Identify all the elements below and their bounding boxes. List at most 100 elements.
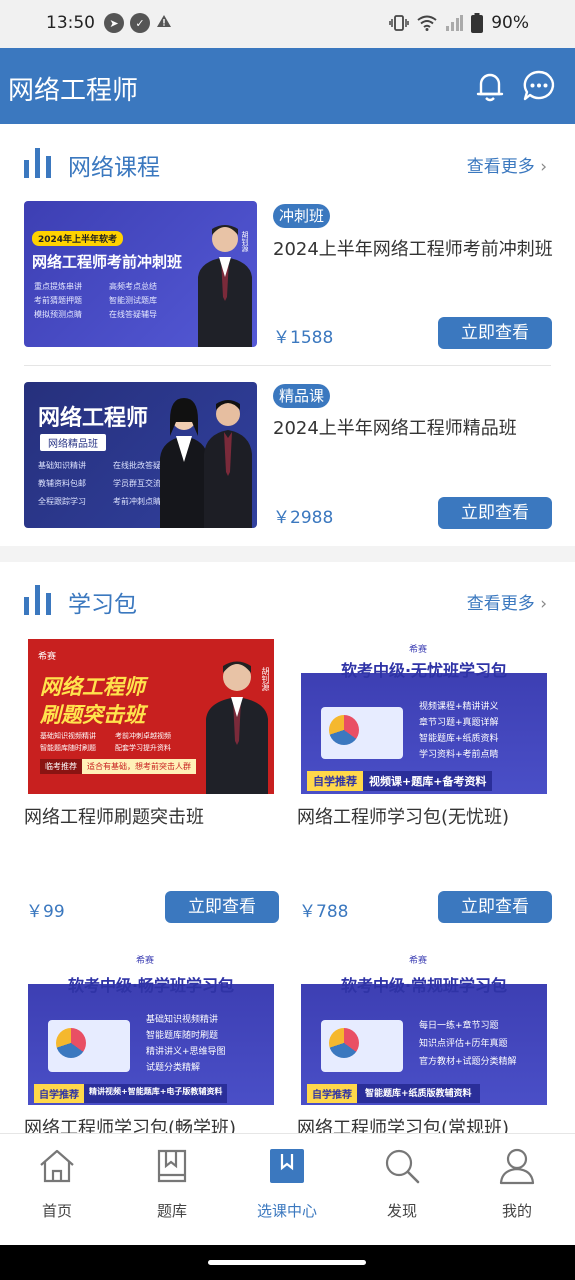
section-separator — [0, 546, 575, 562]
package-price: ￥99 — [26, 902, 65, 922]
thumb-headline: 软考中级·无忧班学习包 — [340, 661, 508, 680]
course-price: ￥1588 — [273, 328, 334, 348]
warning-icon — [157, 15, 171, 27]
signal-icon — [446, 15, 464, 31]
course-badge: 冲刺班 — [273, 204, 331, 228]
course-badge: 精品课 — [273, 384, 331, 408]
section-title: 学习包 — [68, 592, 137, 618]
thumb-point: 基础知识视频精讲 — [146, 1015, 219, 1025]
status-time: 13:50 — [46, 13, 95, 33]
tab-question-bank[interactable]: 题库 — [132, 1146, 212, 1221]
thumb-point: 官方教材+试题分类精解 — [419, 1057, 517, 1067]
search-icon — [385, 1149, 420, 1184]
app-bar: 网络工程师 — [0, 48, 575, 124]
thumb-sub: 网络精品班 — [40, 434, 106, 451]
vibrate-icon — [389, 15, 409, 31]
package-thumbnail[interactable]: 希赛 软考中级·畅学班学习包 基础知识视频精讲 智能题库随时刷题 精讲讲义+思维… — [28, 950, 274, 1105]
thumb-point: 试题分类精解 — [146, 1063, 201, 1073]
bell-icon[interactable] — [472, 68, 508, 104]
system-nav-bar — [0, 1245, 575, 1280]
view-now-button[interactable]: 立即查看 — [438, 497, 552, 529]
course-card[interactable]: 网络工程师 网络精品班 基础知识精讲 在线批改答疑 教辅资料包邮 学员群互交流 … — [0, 381, 575, 531]
thumb-headline: 网络工程师考前冲刺班 — [32, 253, 183, 271]
page-title: 网络工程师 — [8, 76, 139, 106]
tab-home[interactable]: 首页 — [17, 1146, 97, 1221]
thumb-point: 高频考点总结 — [109, 282, 157, 291]
teacher-photo — [160, 398, 252, 528]
package-thumbnail[interactable]: 希赛 网络工程师 刷题突击班 基础知识视频精讲 考前冲刺卓越视频 智能题库随时刷… — [28, 639, 274, 794]
thumb-headline: 网络工程师 — [38, 406, 149, 431]
view-more-label: 查看更多 — [466, 594, 535, 614]
thumb-headline: 刷题突击班 — [40, 703, 145, 727]
thumb-point: 考前冲刺卓越视频 — [115, 732, 171, 740]
thumb-tag: 自学推荐 智能题库+纸质版教辅资料 — [307, 1084, 480, 1103]
thumb-points: 基础知识视频精讲 考前冲刺卓越视频 智能题库随时刷题 配套学习提升资料 — [40, 731, 190, 753]
teacher-name: 胡钊源 — [241, 231, 249, 252]
packages-section-header: 学习包 查看更多 › — [0, 571, 575, 631]
thumb-illustration — [48, 1020, 130, 1072]
bar-chart-icon — [24, 148, 51, 178]
thumb-point: 模拟预测点睛 — [34, 310, 82, 319]
thumb-point: 考前猜题押题 — [34, 296, 82, 305]
thumb-tag-primary: 自学推荐 — [307, 771, 363, 791]
course-card[interactable]: 2024年上半年软考 网络工程师考前冲刺班 重点提炼串讲 高频考点总结 考前猜题… — [0, 201, 575, 351]
thumb-points: 重点提炼串讲 高频考点总结 考前猜题押题 智能测试题库 模拟预测点睛 在线答疑辅… — [34, 281, 184, 320]
tab-label: 我的 — [501, 1202, 532, 1220]
thumb-points: 每日一练+章节习题 知识点评估+历年真题 官方教材+试题分类精解 — [419, 1018, 517, 1067]
package-thumbnail[interactable]: 希赛 软考中级·无忧班学习包 视频课程+精讲讲义 章节习题+真题详解 智能题库+… — [301, 639, 547, 794]
package-title: 网络工程师学习包(无忧班) — [297, 807, 510, 828]
course-thumbnail[interactable]: 网络工程师 网络精品班 基础知识精讲 在线批改答疑 教辅资料包邮 学员群互交流 … — [24, 382, 257, 528]
thumb-point: 智能题库+纸质资料 — [419, 734, 499, 744]
tab-profile[interactable]: 我的 — [477, 1146, 557, 1221]
app-notification-icon: ➤ — [104, 13, 124, 33]
thumb-tag-secondary: 智能题库+纸质版教辅资料 — [357, 1084, 480, 1103]
course-price: ￥2988 — [273, 508, 334, 528]
thumb-point: 学习资料+考前点睛 — [419, 750, 499, 760]
course-thumbnail[interactable]: 2024年上半年软考 网络工程师考前冲刺班 重点提炼串讲 高频考点总结 考前猜题… — [24, 201, 257, 347]
view-more-link[interactable]: 查看更多 › — [467, 152, 547, 177]
home-gesture-handle[interactable] — [208, 1260, 366, 1265]
tab-course-center[interactable]: 选课中心 — [247, 1146, 327, 1221]
thumb-point: 基础知识视频精讲 — [40, 732, 96, 740]
thumb-points: 基础知识视频精讲 智能题库随时刷题 精讲讲义+思维导图 试题分类精解 — [146, 1012, 226, 1073]
brand-logo: 希赛 — [409, 645, 428, 655]
thumb-point: 每日一练+章节习题 — [419, 1021, 499, 1031]
tab-label: 发现 — [386, 1202, 417, 1220]
tab-label: 选课中心 — [256, 1202, 317, 1220]
brand-logo: 希赛 — [38, 652, 57, 662]
book-icon — [157, 1149, 187, 1183]
thumb-point: 视频课程+精讲讲义 — [419, 702, 499, 712]
thumb-tag-primary: 自学推荐 — [34, 1084, 84, 1103]
battery-icon — [471, 13, 484, 33]
thumb-tag: 自学推荐 精讲视频+智能题库+电子版教辅资料 — [34, 1084, 228, 1103]
status-right: 90% — [389, 13, 529, 33]
view-more-link[interactable]: 查看更多 › — [467, 589, 547, 614]
thumb-point: 知识点评估+历年真题 — [419, 1039, 508, 1049]
view-now-button[interactable]: 立即查看 — [438, 891, 552, 923]
thumb-point: 智能题库随时刷题 — [40, 744, 96, 752]
view-more-label: 查看更多 — [466, 157, 535, 177]
view-now-button[interactable]: 立即查看 — [438, 317, 552, 349]
brand-logo: 希赛 — [409, 956, 428, 966]
thumb-point: 配套学习提升资料 — [115, 744, 171, 752]
package-thumbnail[interactable]: 希赛 软考中级·常规班学习包 每日一练+章节习题 知识点评估+历年真题 官方教材… — [301, 950, 547, 1105]
tab-discover[interactable]: 发现 — [362, 1146, 442, 1221]
thumb-point: 智能题库随时刷题 — [146, 1031, 219, 1041]
thumb-point: 在线答疑辅导 — [109, 310, 157, 319]
battery-level: 90% — [491, 13, 529, 33]
thumb-point: 教辅资料包邮 — [38, 479, 86, 488]
status-notification-icons: ➤ ✓ — [104, 13, 172, 33]
brand-logo: 希赛 — [136, 956, 155, 966]
teacher-name: 胡钊源 — [261, 667, 270, 691]
section-title: 网络课程 — [68, 155, 160, 181]
thumb-point: 章节习题+真题详解 — [419, 718, 499, 728]
chevron-right-icon: › — [540, 594, 547, 614]
view-now-button[interactable]: 立即查看 — [165, 891, 279, 923]
message-icon[interactable] — [521, 68, 557, 104]
wifi-icon — [417, 15, 437, 31]
bookmark-icon — [270, 1149, 304, 1183]
status-bar: 13:50 ➤ ✓ 90% — [0, 0, 575, 48]
thumb-point: 基础知识精讲 — [38, 461, 86, 470]
tab-label: 首页 — [41, 1202, 72, 1220]
check-notification-icon: ✓ — [130, 13, 150, 33]
